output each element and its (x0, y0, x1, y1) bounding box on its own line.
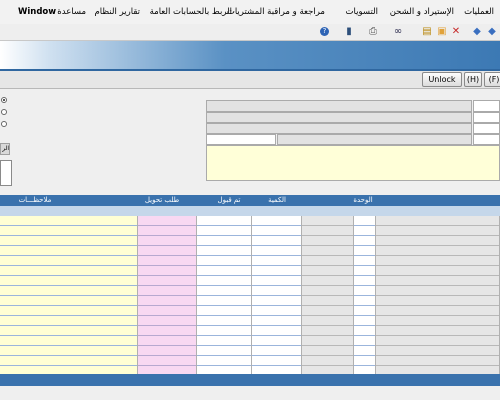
transfer-request-column[interactable] (138, 216, 197, 374)
menu-help[interactable]: مساعدة (57, 7, 86, 17)
menu-purchases-review[interactable]: مراجعة و مراقبة المشتريات (227, 7, 325, 17)
accepted-column[interactable] (197, 216, 252, 374)
print-icon[interactable]: ⎙ (367, 26, 379, 38)
menu-bar: العمليات الإستيراد و الشحن التسويات مراج… (0, 0, 500, 25)
column-header-accepted: تم قبول (217, 196, 241, 204)
field-code-2[interactable] (473, 112, 500, 123)
unlock-button[interactable]: Unlock (422, 72, 462, 87)
quantity-column[interactable] (252, 216, 302, 374)
copy-icon[interactable]: ▣ (436, 26, 448, 38)
help-icon[interactable]: ? (320, 27, 329, 36)
items-grid (0, 216, 500, 374)
f-button[interactable]: (F) (484, 72, 500, 87)
column-header-notes: ملاحظـــات (18, 196, 52, 204)
button-bar: Unlock (H) (F) (0, 71, 500, 89)
bottom-area (0, 386, 500, 400)
field-gray-2[interactable] (206, 112, 472, 123)
menu-import-shipping[interactable]: الإستيراد و الشحن (390, 7, 454, 17)
forward-arrow-icon[interactable]: ◆ (486, 26, 498, 38)
gray-column[interactable] (302, 216, 354, 374)
item-column[interactable] (376, 216, 500, 374)
paste-icon[interactable]: ▤ (421, 26, 433, 38)
menu-system-reports[interactable]: تقارير النظام (95, 7, 140, 17)
group-label: الر (0, 143, 10, 155)
option-radio-3[interactable] (1, 121, 7, 127)
delete-icon[interactable]: ✕ (450, 26, 462, 38)
menu-window[interactable]: Window (18, 7, 56, 17)
field-code-3[interactable] (473, 123, 500, 134)
field-gray-3[interactable] (206, 123, 472, 134)
option-radio-1[interactable] (1, 97, 7, 103)
field-code-1[interactable] (473, 100, 500, 112)
toolbar: ◆ ◆ ✕ ▣ ▤ ∞ ⎙ ▮ ? (0, 24, 500, 41)
notes-column[interactable] (0, 216, 138, 374)
remarks-textarea[interactable] (206, 145, 500, 181)
menu-operations[interactable]: العمليات (464, 7, 494, 17)
field-gray-1[interactable] (206, 100, 472, 112)
column-header-transfer-request: طلب تحويل (144, 196, 180, 204)
menu-gl-link[interactable]: الربط بالحسابات العامة (150, 7, 232, 17)
column-header-unit: الوحدة (353, 196, 373, 204)
h-button[interactable]: (H) (464, 72, 482, 87)
menu-settlements[interactable]: التسويات (346, 7, 378, 17)
option-radio-2[interactable] (1, 109, 7, 115)
field-code-4[interactable] (473, 134, 500, 145)
header-banner (0, 41, 500, 69)
grid-header: ملاحظـــات طلب تحويل تم قبول الكمية الوح… (0, 195, 500, 206)
grid-footer (0, 374, 500, 386)
grid-subheader (0, 206, 500, 216)
binoculars-icon[interactable]: ∞ (392, 26, 404, 38)
column-header-quantity: الكمية (268, 196, 286, 204)
field-gray-4[interactable] (277, 134, 472, 145)
field-small-white[interactable] (206, 134, 276, 145)
back-arrow-icon[interactable]: ◆ (471, 26, 483, 38)
left-action-button[interactable] (0, 160, 12, 186)
unit-column[interactable] (354, 216, 376, 374)
exit-door-icon[interactable]: ▮ (343, 26, 355, 38)
